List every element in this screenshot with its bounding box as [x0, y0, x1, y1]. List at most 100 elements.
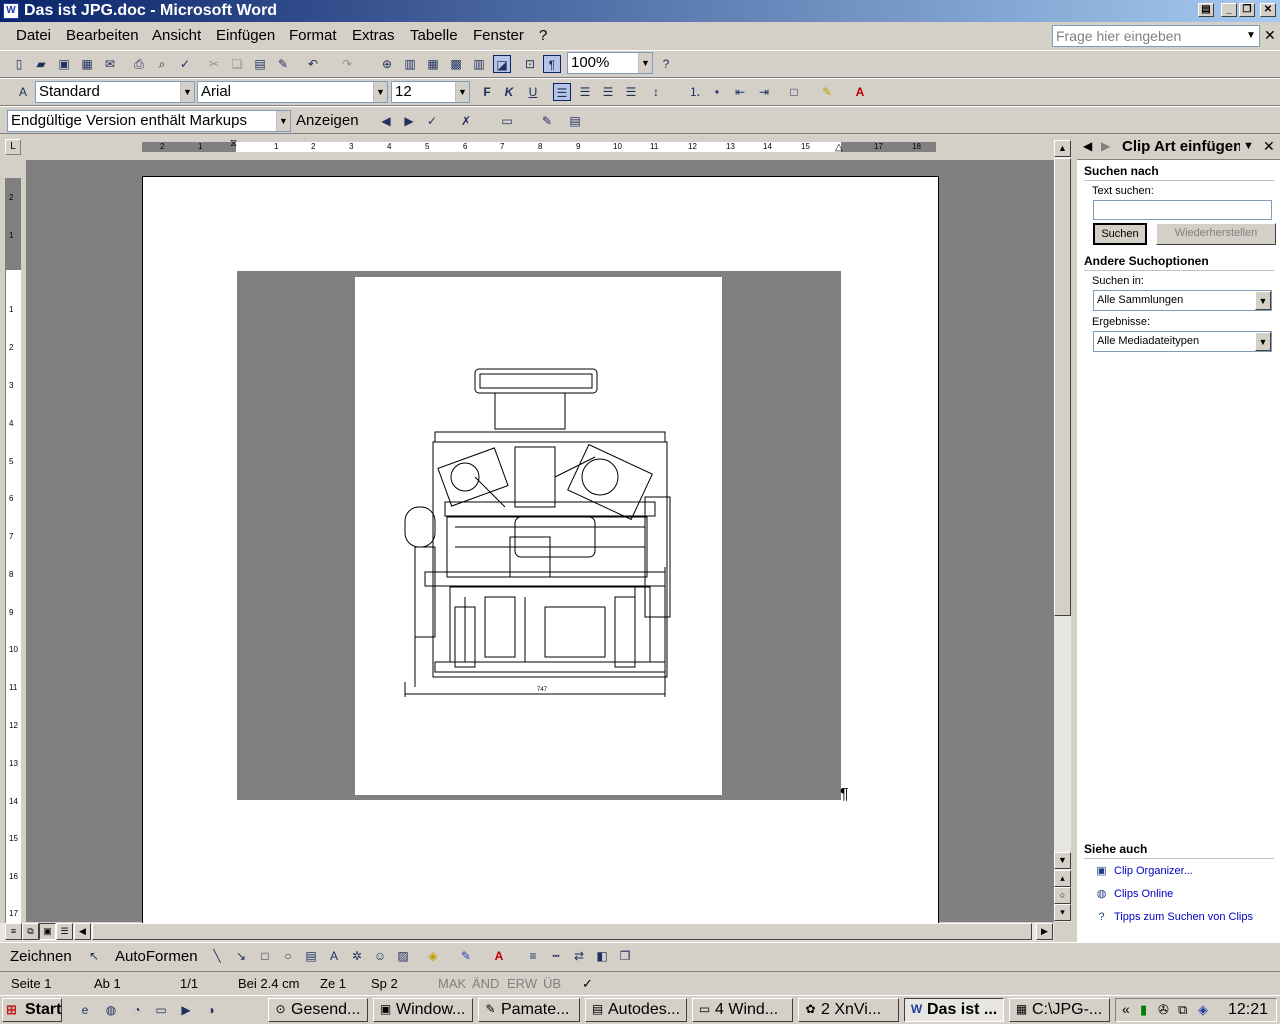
task-button-windows[interactable]: ▣ Window...	[373, 998, 473, 1022]
chevron-down-icon[interactable]: ▼	[455, 82, 469, 102]
menu-extras[interactable]: Extras	[352, 27, 395, 44]
document-close-icon[interactable]: ✕	[1264, 27, 1276, 44]
tab-stop-selector[interactable]: L	[5, 139, 21, 155]
chevron-down-icon[interactable]: ▼	[1243, 140, 1254, 152]
outline-view-icon[interactable]: ☰	[56, 923, 73, 940]
decrease-indent-icon[interactable]: ⇤	[731, 83, 749, 101]
format-painter-icon[interactable]: ✎	[274, 55, 292, 73]
word-app-icon[interactable]: W	[3, 3, 19, 19]
browse-object-icon[interactable]: ○	[1054, 887, 1071, 904]
accept-change-icon[interactable]: ✓	[423, 112, 441, 130]
tray-app-icon[interactable]: ▮	[1140, 1002, 1147, 1018]
track-changes-icon[interactable]: ✎	[538, 112, 556, 130]
status-extend[interactable]: ERW	[507, 976, 537, 991]
bullets-icon[interactable]: •	[708, 83, 726, 101]
clip-organizer-link[interactable]: Clip Organizer...	[1114, 865, 1193, 877]
previous-change-icon[interactable]: ◀	[377, 112, 395, 130]
chevron-down-icon[interactable]: ▼	[180, 82, 194, 102]
increase-indent-icon[interactable]: ⇥	[755, 83, 773, 101]
rectangle-icon[interactable]: □	[256, 947, 274, 965]
border-icon[interactable]: □	[785, 83, 803, 101]
menu-fenster[interactable]: Fenster	[473, 27, 524, 44]
title-bar[interactable]: W Das ist JPG.doc - Microsoft Word ▤ _ ❐…	[0, 0, 1280, 22]
help-question-input[interactable]: Frage hier eingeben ▼	[1052, 25, 1260, 47]
status-macro[interactable]: MAK	[438, 976, 466, 991]
help-icon[interactable]: ?	[657, 55, 675, 73]
menu-bearbeiten[interactable]: Bearbeiten	[66, 27, 139, 44]
menu-format[interactable]: Format	[289, 27, 337, 44]
new-document-icon[interactable]: ▯	[10, 55, 28, 73]
insert-comment-icon[interactable]: ▭	[498, 112, 516, 130]
close-icon[interactable]: ✕	[1263, 138, 1275, 155]
align-center-icon[interactable]: ☰	[576, 83, 594, 101]
reviewing-pane-icon[interactable]: ▤	[566, 112, 584, 130]
task-button-pamate[interactable]: ✎ Pamate...	[478, 998, 580, 1022]
fill-color-icon[interactable]: ◈	[424, 947, 442, 965]
underline-button[interactable]: U	[524, 83, 542, 101]
zoom-select[interactable]: 100% ▼	[567, 52, 653, 74]
quicklaunch-network-icon[interactable]: ◑	[202, 1001, 220, 1019]
back-icon[interactable]: ◀	[1083, 139, 1092, 153]
clip-art-icon[interactable]: ☺	[371, 947, 389, 965]
menu-einfuegen[interactable]: Einfügen	[216, 27, 275, 44]
scroll-right-icon[interactable]: ▶	[1036, 923, 1053, 940]
clock[interactable]: 12:21	[1228, 1001, 1268, 1019]
markup-view-select[interactable]: Endgültige Version enthält Markups ▼	[7, 110, 291, 132]
arrow-style-icon[interactable]: ⇄	[570, 947, 588, 965]
search-tips-link[interactable]: Tipps zum Suchen von Clips	[1114, 911, 1253, 923]
cut-icon[interactable]: ✂	[205, 55, 223, 73]
scroll-down-icon[interactable]: ▼	[1054, 852, 1071, 869]
menu-tabelle[interactable]: Tabelle	[410, 27, 458, 44]
show-formatting-icon[interactable]: ¶	[543, 55, 561, 73]
results-select[interactable]: Alle Mediadateitypen ▼	[1093, 331, 1272, 352]
insert-table-icon[interactable]: ▦	[424, 55, 442, 73]
bold-button[interactable]: F	[478, 83, 496, 101]
task-button-gesendet[interactable]: ⊙ Gesend...	[268, 998, 368, 1022]
print-preview-icon[interactable]: ⌕	[153, 55, 171, 73]
font-select[interactable]: Arial ▼	[197, 81, 388, 103]
task-button-explorer[interactable]: ▦ C:\JPG-...	[1009, 998, 1110, 1022]
quicklaunch-ie-icon[interactable]: e	[76, 1001, 94, 1019]
oval-icon[interactable]: ○	[279, 947, 297, 965]
print-view-icon[interactable]: ▣	[39, 923, 56, 940]
insert-excel-icon[interactable]: ▩	[447, 55, 465, 73]
horizontal-scrollbar[interactable]: ≡ ⧉ ▣ ☰ ◀ ▶	[0, 923, 1054, 941]
line-color-icon[interactable]: ✎	[457, 947, 475, 965]
arrow-icon[interactable]: ↘	[232, 947, 250, 965]
line-spacing-icon[interactable]: ↕	[647, 83, 665, 101]
wordart-icon[interactable]: A	[325, 947, 343, 965]
scroll-thumb[interactable]	[1054, 158, 1071, 616]
tray-tool-icon[interactable]: ✇	[1158, 1002, 1169, 1018]
menu-help[interactable]: ?	[539, 27, 547, 44]
chevron-down-icon[interactable]: ▼	[276, 111, 290, 131]
paste-icon[interactable]: ▤	[251, 55, 269, 73]
horizontal-ruler[interactable]: 2 1 1 2 3 4 5 6 7 8 9 10 11 12 13 14 15 …	[28, 138, 1052, 156]
permission-icon[interactable]: ▦	[78, 55, 96, 73]
text-box-icon[interactable]: ▤	[302, 947, 320, 965]
line-style-icon[interactable]: ≡	[524, 947, 542, 965]
chevron-down-icon[interactable]: ▼	[1244, 27, 1258, 45]
chevron-down-icon[interactable]: ▼	[638, 53, 652, 73]
search-in-select[interactable]: Alle Sammlungen ▼	[1093, 290, 1272, 311]
chevron-down-icon[interactable]: ▼	[1255, 332, 1271, 351]
line-icon[interactable]: ╲	[208, 947, 226, 965]
tray-network-icon[interactable]: ⧉	[1178, 1002, 1187, 1018]
email-icon[interactable]: ✉	[101, 55, 119, 73]
next-change-icon[interactable]: ▶	[400, 112, 418, 130]
spelling-icon[interactable]: ✓	[176, 55, 194, 73]
hyperlink-icon[interactable]: ⊕	[378, 55, 396, 73]
vertical-scrollbar[interactable]: ▲ ▼ ▴ ○ ▾	[1054, 140, 1071, 922]
save-icon[interactable]: ▣	[55, 55, 73, 73]
status-overtype[interactable]: ÜB	[543, 976, 561, 991]
search-button[interactable]: Suchen	[1093, 223, 1147, 245]
align-right-icon[interactable]: ☰	[599, 83, 617, 101]
italic-button[interactable]: K	[500, 83, 518, 101]
scroll-up-icon[interactable]: ▲	[1054, 140, 1071, 157]
font-size-select[interactable]: 12 ▼	[391, 81, 470, 103]
draw-menu-button[interactable]: Zeichnen	[10, 948, 72, 965]
select-objects-icon[interactable]: ↖	[85, 947, 103, 965]
clip-search-input[interactable]	[1093, 200, 1272, 220]
first-line-indent-marker[interactable]: ⧖	[230, 138, 237, 149]
chevron-down-icon[interactable]: ▼	[373, 82, 387, 102]
task-button-windows-group[interactable]: ▭ 4 Wind...	[692, 998, 793, 1022]
